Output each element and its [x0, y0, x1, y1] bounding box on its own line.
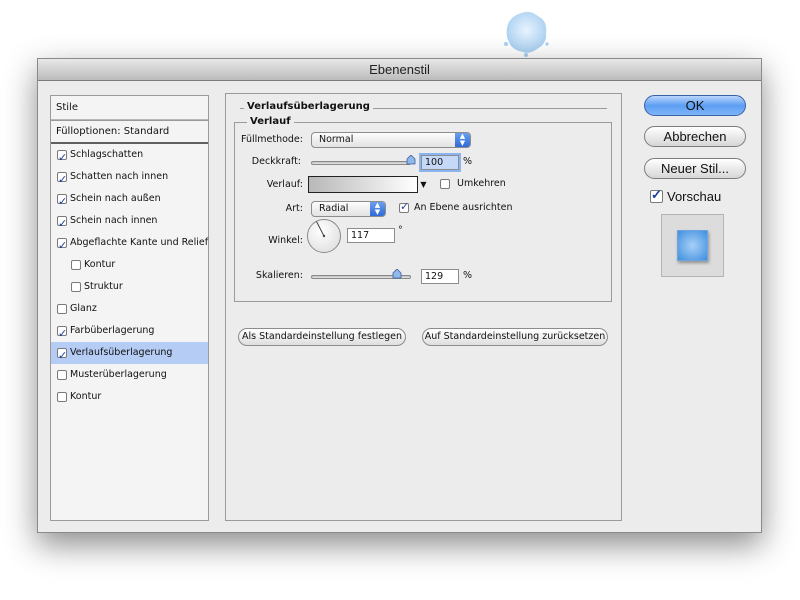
style-preview [661, 214, 724, 277]
style-checkbox[interactable] [71, 282, 81, 292]
scale-unit: % [463, 270, 473, 281]
style-value: Radial [319, 203, 349, 214]
style-select[interactable]: Radial ▲ ▼ [311, 201, 386, 217]
blending-options[interactable]: Fülloptionen: Standard [51, 120, 208, 144]
opacity-slider[interactable] [311, 161, 411, 165]
window-title: Ebenenstil [38, 59, 761, 81]
style-list-item-label: Struktur [84, 281, 123, 292]
style-list-item-label: Abgeflachte Kante und Relief [70, 237, 209, 248]
style-checkbox[interactable] [57, 304, 67, 314]
preview-label: Vorschau [667, 189, 722, 204]
style-list-item-label: Farbüberlagerung [70, 325, 155, 336]
style-list-item-label: Kontur [70, 391, 102, 402]
angle-unit: ° [398, 225, 403, 236]
style-checkbox[interactable] [57, 191, 67, 213]
align-with-layer-checkbox[interactable]: An Ebene ausrichten [399, 200, 513, 213]
style-list-item[interactable]: Abgeflachte Kante und Relief [51, 232, 209, 257]
scale-slider-thumb[interactable] [392, 269, 402, 279]
style-checkbox[interactable] [57, 345, 67, 367]
gradient-label: Verlauf: [266, 179, 303, 190]
style-checkbox[interactable] [57, 370, 67, 380]
style-label: Art: [285, 203, 303, 214]
updown-arrows-icon: ▲ ▼ [455, 133, 470, 147]
opacity-input[interactable]: 100 [421, 155, 459, 170]
style-list-item-label: Glanz [70, 303, 97, 314]
reverse-checkbox[interactable]: Umkehren [440, 178, 506, 189]
opacity-unit: % [463, 156, 473, 167]
reverse-label: Umkehren [457, 178, 506, 189]
style-list-item-label: Schatten nach innen [70, 171, 169, 182]
preview-checkbox-box[interactable] [650, 187, 663, 203]
style-checkbox[interactable] [57, 392, 67, 402]
reset-default-button[interactable]: Auf Standardeinstellung zurücksetzen [422, 328, 608, 346]
styles-header[interactable]: Stile [51, 96, 208, 120]
angle-input[interactable]: 117 [347, 228, 395, 243]
updown-arrows-icon: ▲ ▼ [370, 202, 385, 216]
style-list-item-label: Verlaufsüberlagerung [70, 347, 173, 358]
gradient-overlay-group: Verlaufsüberlagerung [240, 101, 607, 112]
style-checkbox[interactable] [57, 169, 67, 191]
style-list-item[interactable]: Kontur [51, 386, 208, 408]
angle-label: Winkel: [268, 235, 303, 246]
style-list-item[interactable]: Struktur [51, 276, 208, 298]
align-checkbox-box[interactable] [399, 200, 409, 213]
style-list: Stile Fülloptionen: Standard Schlagschat… [50, 95, 209, 521]
style-list-item-label: Schlagschatten [70, 149, 144, 160]
style-list-item[interactable]: Schlagschatten [51, 144, 208, 169]
inner-group-title: Verlauf [247, 116, 294, 127]
opacity-label: Deckkraft: [251, 156, 301, 167]
style-list-item[interactable]: Musterüberlagerung [51, 364, 208, 386]
opacity-slider-thumb[interactable] [406, 155, 416, 165]
splash-decoration [504, 11, 549, 57]
style-checkbox[interactable] [57, 213, 67, 235]
make-default-button[interactable]: Als Standardeinstellung festlegen [238, 328, 406, 346]
gradient-swatch[interactable] [308, 176, 418, 193]
scale-input[interactable]: 129 [421, 269, 459, 284]
style-list-item-label: Schein nach außen [70, 193, 161, 204]
style-checkbox[interactable] [71, 260, 81, 270]
style-list-item-label: Kontur [84, 259, 116, 270]
gradient-overlay-panel: Verlaufsüberlagerung Verlauf Füllmethode… [225, 93, 622, 521]
reverse-checkbox-box[interactable] [440, 178, 450, 189]
style-list-item[interactable]: Farbüberlagerung [51, 320, 208, 345]
ok-button[interactable]: OK [644, 95, 746, 116]
scale-label: Skalieren: [255, 270, 303, 281]
blend-mode-select[interactable]: Normal ▲ ▼ [311, 132, 471, 148]
style-list-item-label: Musterüberlagerung [70, 369, 167, 380]
preview-swatch [677, 230, 708, 261]
style-checkbox[interactable] [57, 147, 67, 169]
style-list-item[interactable]: Glanz [51, 298, 208, 320]
style-list-item[interactable]: Kontur [51, 254, 208, 276]
style-checkbox[interactable] [57, 235, 67, 257]
cancel-button[interactable]: Abbrechen [644, 126, 746, 147]
gradient-dropdown-icon[interactable]: ▼ [419, 176, 428, 193]
style-list-item[interactable]: Schatten nach innen [51, 166, 208, 191]
style-list-item[interactable]: Schein nach innen [51, 210, 208, 235]
align-label: An Ebene ausrichten [414, 202, 513, 213]
angle-dial[interactable] [307, 219, 341, 253]
style-list-item[interactable]: Schein nach außen [51, 188, 208, 213]
group-title: Verlaufsüberlagerung [244, 101, 373, 112]
new-style-button[interactable]: Neuer Stil... [644, 158, 746, 179]
style-checkbox[interactable] [57, 323, 67, 345]
preview-checkbox[interactable]: Vorschau [650, 187, 722, 204]
blend-mode-value: Normal [319, 134, 354, 145]
layer-style-dialog: Ebenenstil Stile Fülloptionen: Standard … [37, 58, 762, 533]
style-list-item[interactable]: Verlaufsüberlagerung [51, 342, 208, 367]
angle-needle-icon [316, 221, 326, 238]
gradient-group: Verlauf Füllmethode: Normal ▲ ▼ Deckkraft… [234, 116, 612, 302]
style-list-item-label: Schein nach innen [70, 215, 158, 226]
blend-mode-label: Füllmethode: [241, 134, 303, 145]
